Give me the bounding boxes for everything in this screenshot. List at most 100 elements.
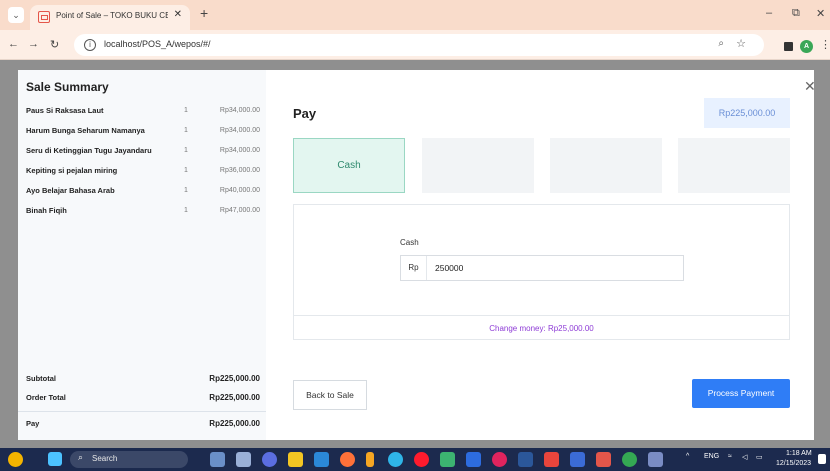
clock-time[interactable]: 1:18 AM: [786, 450, 812, 457]
app-icon-blue[interactable]: [466, 452, 481, 467]
window-restore-button[interactable]: ⧉: [792, 7, 800, 20]
browser-address-bar: ← → ↻ i localhost/POS_A/wepos/#/ ⌕ ☆ A ⋮: [0, 30, 830, 60]
pay-heading: Pay: [293, 106, 317, 121]
cash-payment-panel: Cash Rp 250000 Change money: Rp25,000.00: [293, 204, 790, 340]
app-icon-xampp[interactable]: [544, 452, 559, 467]
side-panel-icon[interactable]: [784, 42, 793, 51]
browser-menu-icon[interactable]: ⋮: [820, 38, 830, 51]
item-name: Binah Fiqih: [26, 206, 67, 215]
language-indicator[interactable]: ENG: [704, 453, 719, 460]
window-close-button[interactable]: ✕: [816, 7, 825, 20]
sale-item-row: Kepiting si pejalan miring 1 Rp36,000.00: [18, 164, 266, 184]
taskbar-search-box[interactable]: ⌕ Search: [70, 451, 188, 468]
item-price: Rp34,000.00: [219, 107, 260, 114]
pay-amount-badge: Rp225,000.00: [704, 98, 790, 128]
currency-prefix: Rp: [401, 256, 427, 280]
url-field[interactable]: i localhost/POS_A/wepos/#/ ⌕ ☆: [74, 34, 764, 56]
windows-taskbar: ⌕ Search ^ ENG ≈ ◁ ▭ 1:18 AM 12/15/2023: [0, 448, 830, 471]
app-icon-red[interactable]: [492, 452, 507, 467]
forward-arrow-icon[interactable]: →: [28, 38, 39, 50]
app-icon-pos[interactable]: [596, 452, 611, 467]
store-icon[interactable]: [314, 452, 329, 467]
search-icon: ⌕: [78, 452, 84, 462]
item-name: Ayo Belajar Bahasa Arab: [26, 186, 115, 195]
url-text: localhost/POS_A/wepos/#/: [104, 39, 211, 49]
profile-avatar[interactable]: A: [800, 40, 813, 53]
order-total-label: Order Total: [26, 393, 66, 402]
tab-title: Point of Sale – TOKO BUKU CEN: [56, 11, 168, 20]
chat-icon[interactable]: [262, 452, 277, 467]
clock-date[interactable]: 12/15/2023: [776, 460, 811, 467]
process-payment-button[interactable]: Process Payment: [692, 379, 790, 408]
item-name: Kepiting si pejalan miring: [26, 166, 118, 175]
item-price: Rp34,000.00: [219, 147, 260, 154]
file-explorer-icon[interactable]: [236, 452, 251, 467]
back-to-sale-button[interactable]: Back to Sale: [293, 380, 367, 410]
zoom-icon[interactable]: ⌕: [718, 38, 724, 49]
bookmark-star-icon[interactable]: ☆: [736, 37, 746, 50]
sale-item-row: Ayo Belajar Bahasa Arab 1 Rp40,000.00: [18, 184, 266, 204]
taskbar-app-icon[interactable]: [210, 452, 225, 467]
pay-total-label: Pay: [26, 419, 40, 428]
app-icon-lightning[interactable]: [366, 452, 374, 467]
payment-method-cash[interactable]: Cash: [293, 138, 405, 193]
pay-total-row: Pay Rp225,000.00: [18, 415, 266, 435]
reload-icon[interactable]: ↻: [50, 38, 59, 51]
item-name: Seru di Ketinggian Tugu Jayandaru: [26, 146, 152, 155]
sale-item-row: Harum Bunga Seharum Namanya 1 Rp34,000.0…: [18, 124, 266, 144]
opera-icon[interactable]: [414, 452, 429, 467]
payment-method-option-2[interactable]: [422, 138, 534, 193]
widgets-icon[interactable]: [8, 452, 23, 467]
word-icon[interactable]: [518, 452, 533, 467]
app-icon-tool[interactable]: [648, 452, 663, 467]
subtotal-label: Subtotal: [26, 374, 56, 383]
app-icon-window[interactable]: [570, 452, 585, 467]
item-qty: 1: [184, 187, 188, 194]
sale-item-row: Binah Fiqih 1 Rp47,000.00: [18, 204, 266, 224]
summary-divider: [18, 411, 266, 412]
tray-overflow-icon[interactable]: ^: [686, 453, 689, 460]
change-money-text: Change money: Rp25,000.00: [294, 315, 789, 340]
edge-icon[interactable]: [388, 452, 403, 467]
tab-search-chevron-icon[interactable]: ⌄: [8, 7, 24, 23]
item-price: Rp40,000.00: [219, 187, 260, 194]
window-minimize-button[interactable]: –: [766, 7, 772, 19]
payment-modal: ✕ Sale Summary Paus Si Raksasa Laut 1 Rp…: [18, 70, 816, 440]
volume-icon[interactable]: ◁: [742, 453, 747, 461]
item-price: Rp34,000.00: [219, 127, 260, 134]
order-total-row: Order Total Rp225,000.00: [18, 389, 266, 409]
item-qty: 1: [184, 207, 188, 214]
chrome-icon[interactable]: [622, 452, 637, 467]
cash-amount-input[interactable]: Rp 250000: [400, 255, 684, 281]
payment-method-option-4[interactable]: [678, 138, 790, 193]
subtotal-row: Subtotal Rp225,000.00: [18, 370, 266, 390]
taskbar-search-text: Search: [92, 454, 118, 463]
subtotal-value: Rp225,000.00: [209, 374, 260, 383]
sale-summary-title: Sale Summary: [26, 80, 109, 94]
battery-icon[interactable]: ▭: [756, 453, 763, 461]
wifi-icon[interactable]: ≈: [728, 453, 732, 460]
tab-favicon-icon: [38, 11, 50, 23]
cash-amount-value[interactable]: 250000: [435, 256, 463, 280]
firefox-icon[interactable]: [340, 452, 355, 467]
tab-close-icon[interactable]: ✕: [174, 9, 182, 20]
item-price: Rp36,000.00: [219, 167, 260, 174]
start-windows-icon[interactable]: [48, 452, 62, 466]
item-name: Harum Bunga Seharum Namanya: [26, 126, 145, 135]
item-price: Rp47,000.00: [219, 207, 260, 214]
cash-input-label: Cash: [400, 238, 419, 247]
site-info-icon[interactable]: i: [84, 39, 96, 51]
back-arrow-icon[interactable]: ←: [8, 38, 19, 50]
folder-icon[interactable]: [288, 452, 303, 467]
item-qty: 1: [184, 107, 188, 114]
pay-total-value: Rp225,000.00: [209, 419, 260, 428]
browser-tab[interactable]: Point of Sale – TOKO BUKU CEN ✕: [30, 5, 190, 30]
payment-method-option-3[interactable]: [550, 138, 662, 193]
item-qty: 1: [184, 167, 188, 174]
app-icon-green[interactable]: [440, 452, 455, 467]
new-tab-button[interactable]: +: [200, 5, 208, 21]
item-qty: 1: [184, 147, 188, 154]
modal-close-icon[interactable]: ✕: [804, 78, 816, 95]
browser-tab-bar: ⌄ Point of Sale – TOKO BUKU CEN ✕ + – ⧉ …: [0, 0, 830, 30]
notification-icon[interactable]: [818, 454, 826, 464]
